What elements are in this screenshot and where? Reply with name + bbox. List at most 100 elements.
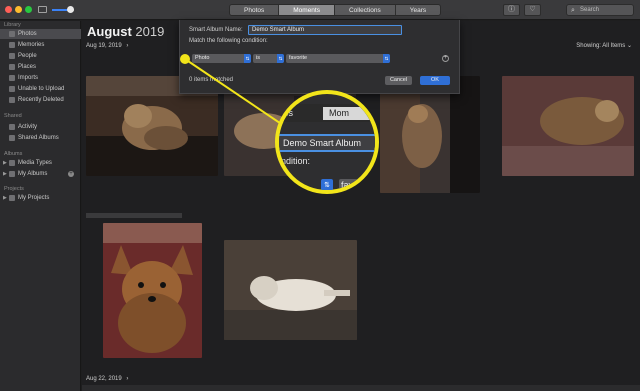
places-icon [9, 64, 15, 70]
smart-album-name-label: Smart Album Name: [189, 27, 243, 33]
sidebar-item-memories[interactable]: Memories [0, 40, 81, 50]
callout-pointer-dot [180, 54, 190, 64]
chevron-updown-icon: ⇅ [383, 54, 390, 63]
callout-magnifier: tos Mom Demo Smart Album ndition: ⇅ favo [275, 90, 379, 194]
zoom-slider-knob[interactable] [67, 6, 74, 13]
moment-header-1[interactable]: Aug 19, 2019 › [86, 43, 128, 49]
sidebar-projects-header: Projects [4, 186, 24, 192]
sidebar-item-label: Activity [18, 124, 38, 130]
view-tabs: Photos Moments Collections Years [229, 4, 442, 16]
field-popup[interactable]: Photo ⇅ [192, 54, 251, 63]
folder-icon [9, 171, 15, 177]
sidebar-item-people[interactable]: People [0, 51, 81, 61]
ok-button[interactable]: OK [420, 76, 450, 85]
sidebar-item-label: Places [18, 64, 37, 70]
month-label: August [87, 24, 132, 39]
tab-moments[interactable]: Moments [279, 5, 335, 15]
moment-header-2[interactable]: Aug 22, 2019 › [86, 376, 128, 382]
page-title: August 2019 [87, 24, 164, 39]
favorite-button[interactable]: ♡ [524, 4, 541, 16]
search-icon: ⌕ [571, 7, 575, 14]
close-window-button[interactable] [5, 6, 12, 13]
cloud-icon [9, 86, 15, 92]
minimize-window-button[interactable] [15, 6, 22, 13]
folder-icon [9, 160, 15, 166]
moment-location-blurred [86, 213, 182, 218]
chevron-right-icon: › [126, 43, 129, 49]
magnified-condition-label: ndition: [281, 156, 311, 166]
sidebar-item-imports[interactable]: Imports [0, 73, 81, 83]
sidebar-item-label: Photos [18, 31, 37, 37]
sidebar-item-label: My Albums [18, 171, 48, 177]
sidebar-shared-header: Shared [4, 113, 22, 119]
sidebar-item-my-albums[interactable]: ▶ My Albums + [0, 169, 81, 179]
sidebar-item-label: Unable to Upload [18, 86, 65, 92]
photos-icon [9, 31, 15, 37]
showing-label: Showing: All Items [576, 43, 626, 49]
operator-popup-value: is [256, 55, 260, 61]
disclosure-triangle-icon[interactable]: ▶ [3, 193, 7, 203]
sidebar-item-label: Imports [18, 75, 39, 81]
tab-years[interactable]: Years [395, 5, 441, 15]
smart-album-name-input[interactable]: Demo Smart Album [248, 25, 402, 35]
info-icon: ⓘ [508, 6, 515, 13]
photo-thumbnail[interactable] [103, 223, 202, 358]
zoom-slider-fill [52, 9, 67, 11]
title-bar: Photos Moments Collections Years ⓘ ♡ ⌕ S… [0, 0, 640, 20]
add-condition-button[interactable]: + [442, 55, 449, 62]
sidebar-item-places[interactable]: Places [0, 62, 81, 72]
fullscreen-window-button[interactable] [25, 6, 32, 13]
sidebar: Library Photos Memories People Places Im… [0, 21, 81, 391]
sidebar-item-label: Shared Albums [18, 135, 59, 141]
tab-photos[interactable]: Photos [230, 5, 280, 15]
activity-icon [9, 124, 15, 130]
moment-date: Aug 19, 2019 [86, 43, 122, 49]
tab-collections[interactable]: Collections [334, 5, 396, 15]
chevron-updown-icon: ⇅ [277, 54, 284, 63]
sidebar-albums-header: Albums [4, 151, 23, 157]
sidebar-library-header: Library [4, 22, 21, 28]
info-button[interactable]: ⓘ [503, 4, 520, 16]
criteria-popup[interactable]: favorite ⇅ [286, 54, 390, 63]
sidebar-item-photos[interactable]: Photos [0, 29, 81, 39]
sidebar-item-label: Media Types [18, 160, 52, 166]
condition-label: Match the following condition: [189, 38, 268, 44]
sidebar-item-label: People [18, 53, 37, 59]
sidebar-item-activity[interactable]: Activity [0, 122, 81, 132]
disclosure-triangle-icon[interactable]: ▶ [3, 158, 7, 168]
year-label: 2019 [135, 24, 165, 39]
dock-strip [82, 385, 640, 391]
sidebar-item-media-types[interactable]: ▶ Media Types [0, 158, 81, 168]
disclosure-triangle-icon[interactable]: ▶ [3, 169, 7, 179]
add-album-icon[interactable]: + [68, 171, 74, 177]
magnified-tab-moments: Mom [323, 107, 375, 120]
moment-date: Aug 22, 2019 [86, 376, 122, 382]
showing-filter[interactable]: Showing: All Items ⌄ [576, 42, 632, 49]
cancel-button[interactable]: Cancel [385, 76, 412, 85]
magnified-name-input: Demo Smart Album [279, 134, 375, 152]
magnified-tabs: tos Mom [279, 104, 375, 122]
imports-icon [9, 75, 15, 81]
folder-icon [9, 195, 15, 201]
chevron-updown-icon: ⇅ [244, 54, 251, 63]
chevron-down-icon: ⌄ [626, 43, 632, 49]
trash-icon [9, 97, 15, 103]
memories-icon [9, 42, 15, 48]
sidebar-item-unable-to-upload[interactable]: Unable to Upload [0, 84, 81, 94]
search-field[interactable]: ⌕ Search [566, 4, 634, 16]
sidebar-item-shared-albums[interactable]: Shared Albums [0, 133, 81, 143]
heart-icon: ♡ [529, 6, 536, 13]
operator-popup[interactable]: is ⇅ [253, 54, 284, 63]
sidebar-item-label: Recently Deleted [18, 97, 64, 103]
shared-albums-icon [9, 135, 15, 141]
sidebar-item-recently-deleted[interactable]: Recently Deleted [0, 95, 81, 105]
field-popup-value: Photo [195, 55, 210, 61]
people-icon [9, 53, 15, 59]
sidebar-item-label: My Projects [18, 195, 50, 201]
sidebar-item-my-projects[interactable]: ▶ My Projects [0, 193, 81, 203]
magnified-tab-photos: tos [281, 108, 294, 118]
sidebar-toggle-icon[interactable] [38, 6, 47, 13]
photo-thumbnail[interactable] [502, 76, 634, 176]
photo-thumbnail[interactable] [224, 240, 357, 340]
chevron-right-icon: › [126, 376, 129, 382]
